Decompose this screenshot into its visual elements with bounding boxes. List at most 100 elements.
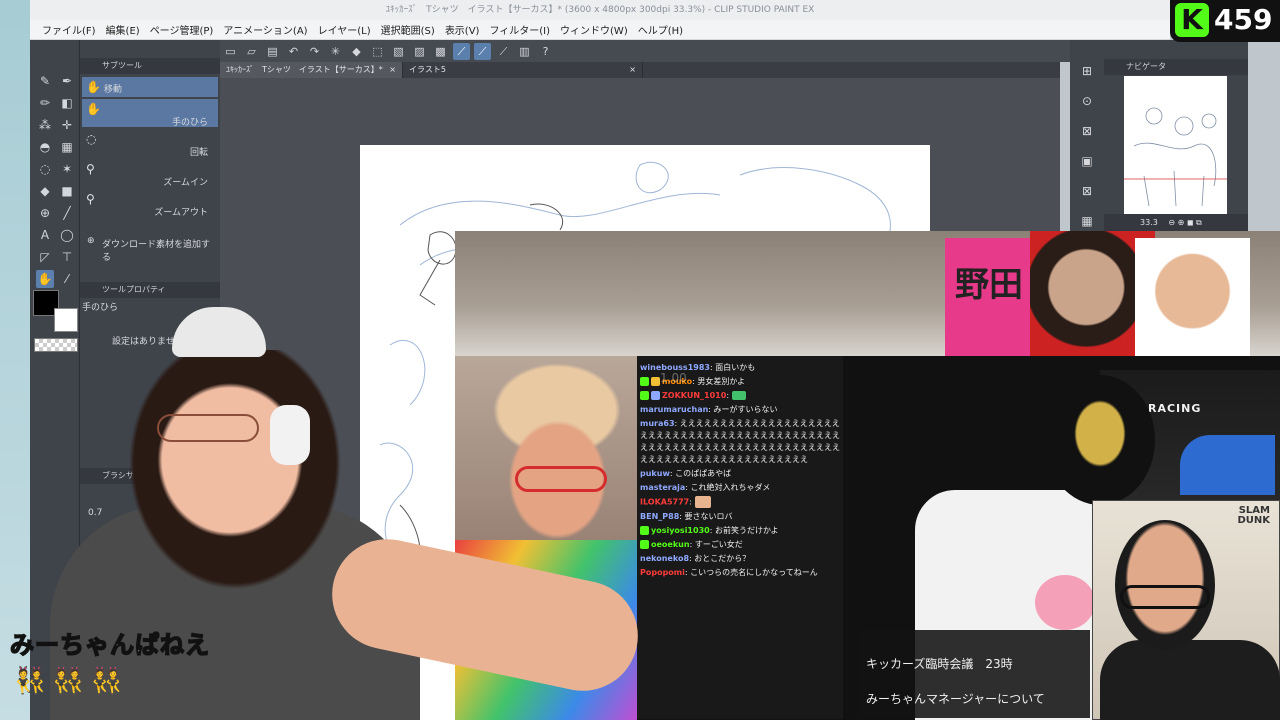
close-icon[interactable]: × — [389, 65, 396, 74]
lasso-icon[interactable]: ◌ — [36, 160, 54, 178]
snap-special-ruler-icon[interactable]: ⟋ — [474, 42, 491, 60]
new-file-icon[interactable]: ▭ — [222, 43, 239, 60]
menu-animation[interactable]: アニメーション(A) — [223, 22, 317, 37]
subtool-header: サブツール — [80, 58, 220, 74]
close-icon[interactable]: × — [629, 62, 636, 78]
gradient-icon[interactable]: ▦ — [58, 138, 76, 156]
loading-icon[interactable]: ✳ — [327, 43, 344, 60]
chat-username[interactable]: oeoekun — [651, 540, 690, 549]
chat-username[interactable]: mura63 — [640, 419, 675, 428]
settings-icon[interactable]: ▥ — [516, 43, 533, 60]
subtool-move[interactable]: ✋ 移動 — [82, 77, 218, 97]
menu-selection[interactable]: 選択範囲(S) — [381, 22, 445, 37]
chair-accent — [1180, 435, 1275, 495]
menu-file[interactable]: ファイル(F) — [42, 22, 106, 37]
brush-icon[interactable]: ✒ — [58, 72, 76, 90]
chat-username[interactable]: ZOKKUN_1010 — [662, 391, 726, 400]
tab-document-1[interactable]: ﾕｷｯｶｰｽﾞ Tシャツ イラスト【サーカス】* × — [220, 62, 403, 78]
chat-username[interactable]: Popopomi — [640, 568, 685, 577]
ruler-icon[interactable]: ⊤ — [58, 248, 76, 266]
right-tool-strip: ⊞ ⊙ ⊠ ▣ ⊠ ▦ — [1070, 40, 1104, 240]
schedule-line-1: キッカーズ臨時会議 23時 — [866, 657, 1013, 671]
redo-icon[interactable]: ↷ — [306, 43, 323, 60]
chat-username[interactable]: nekoneko8 — [640, 554, 689, 563]
zoom-controls-icon[interactable]: ⊖ ⊕ ◼ ⧉ — [1168, 218, 1201, 227]
snap-grid-icon[interactable]: ⟋ — [495, 43, 512, 60]
clear-icon[interactable]: ▧ — [390, 43, 407, 60]
line-icon[interactable]: ╱ — [58, 204, 76, 222]
subtool-label: 手のひら — [171, 118, 208, 128]
decoration-icon[interactable]: ⁂ — [36, 116, 54, 134]
search-icon[interactable]: ⊙ — [1076, 90, 1098, 112]
object-select-icon[interactable]: ⊕ — [36, 204, 54, 222]
chat-username[interactable]: BEN_P88 — [640, 512, 679, 521]
tab-label: ﾕｷｯｶｰｽﾞ Tシャツ イラスト【サーカス】* — [226, 65, 383, 74]
badge-icon — [640, 377, 649, 386]
subtool-hand[interactable]: ✋ 手のひら — [82, 99, 218, 128]
chat-username[interactable]: yosiyosi1030 — [651, 526, 710, 535]
chat-message: mura63: ええええええええええええええええええええええええええええええええ… — [640, 419, 840, 464]
snap-ruler-icon[interactable]: ⟋ — [453, 42, 470, 60]
menu-view[interactable]: 表示(V) — [445, 22, 490, 37]
pen-icon[interactable]: ✎ — [36, 72, 54, 90]
chat-text: おとこだから？ — [694, 553, 751, 563]
image-icon[interactable]: ▣ — [1076, 150, 1098, 172]
fill-icon[interactable]: ◆ — [36, 182, 54, 200]
chat-text: 面白いかも — [715, 363, 756, 372]
layer-icon[interactable]: ⊞ — [1076, 60, 1098, 82]
window-title: ﾕｷｯｶｰｽﾞ Tシャツ イラスト【サーカス】* (3600 x 4800px … — [30, 0, 1170, 20]
badge-icon — [651, 377, 660, 386]
save-icon[interactable]: ▤ — [264, 43, 281, 60]
balloon-icon[interactable]: ◯ — [58, 226, 76, 244]
navigator-thumbnail[interactable] — [1124, 76, 1227, 214]
chat-username[interactable]: ILOKA5777 — [640, 498, 689, 507]
subtool-rotate[interactable]: ◌ 回転 — [82, 129, 218, 158]
menu-bar: ファイル(F) 編集(E) ページ管理(P) アニメーション(A) レイヤー(L… — [30, 20, 1170, 40]
undo-icon[interactable]: ↶ — [285, 43, 302, 60]
chat-panel: winebouss1983: 面白いかも mouko: 男女差別かよ ZOKKU… — [637, 356, 843, 720]
badge-icon — [640, 539, 649, 549]
menu-window[interactable]: ウィンドウ(W) — [560, 22, 638, 37]
navigator-zoom[interactable]: 33.3 ⊖ ⊕ ◼ ⧉ — [1104, 214, 1248, 232]
pencil-icon[interactable]: ✏ — [36, 94, 54, 112]
blend-icon[interactable]: ■ — [58, 182, 76, 200]
subtool-zoom-out[interactable]: ⚲ ズームアウト — [82, 189, 218, 218]
help-icon[interactable]: ? — [537, 43, 554, 60]
subtool-zoom-in[interactable]: ⚲ ズームイン — [82, 159, 218, 188]
chat-username[interactable]: masteraja — [640, 483, 685, 492]
menu-filter[interactable]: フィルター(I) — [489, 22, 560, 37]
chat-username[interactable]: pukuw — [640, 469, 670, 478]
chat-username[interactable]: marumaruchan — [640, 405, 708, 414]
rotate-icon: ◌ — [86, 132, 97, 146]
hand-icon: ✋ — [86, 102, 101, 116]
hand-icon[interactable]: ✋ — [36, 270, 54, 288]
chat-text: これ絶対入れちゃダメ — [690, 483, 771, 492]
thumbnail-sketch — [1124, 107, 1227, 207]
material-icon[interactable]: ⊠ — [1076, 120, 1098, 142]
grid-icon[interactable]: ▦ — [1076, 210, 1098, 232]
magic-wand-icon[interactable]: ✶ — [58, 160, 76, 178]
menu-layer[interactable]: レイヤー(L) — [318, 22, 381, 37]
eyedropper-icon[interactable]: ⁄ — [58, 270, 76, 288]
tab-document-2[interactable]: イラスト5 × — [403, 62, 643, 78]
zoom-out-icon: ⚲ — [86, 192, 95, 206]
fill-icon[interactable]: ◆ — [348, 43, 365, 60]
select-all-icon[interactable]: ▨ — [411, 43, 428, 60]
add-material-button[interactable]: ⊕ ダウンロード素材を追加する — [82, 236, 218, 263]
frame-icon[interactable]: ◸ — [36, 248, 54, 266]
transform-icon[interactable]: ⬚ — [369, 43, 386, 60]
guest-face-image — [1135, 238, 1250, 356]
fill-bucket-icon[interactable]: ◓ — [36, 138, 54, 156]
menu-help[interactable]: ヘルプ(H) — [638, 22, 693, 37]
eraser-icon[interactable]: ◧ — [58, 94, 76, 112]
menu-page[interactable]: ページ管理(P) — [150, 22, 224, 37]
x-icon[interactable]: ⊠ — [1076, 180, 1098, 202]
background-color[interactable] — [54, 308, 78, 332]
text-icon[interactable]: A — [36, 226, 54, 244]
deselect-icon[interactable]: ▩ — [432, 43, 449, 60]
badge-icon — [651, 391, 660, 400]
menu-edit[interactable]: 編集(E) — [106, 22, 150, 37]
transparent-color[interactable] — [34, 338, 78, 352]
open-icon[interactable]: ▱ — [243, 43, 260, 60]
move-icon[interactable]: ✛ — [58, 116, 76, 134]
